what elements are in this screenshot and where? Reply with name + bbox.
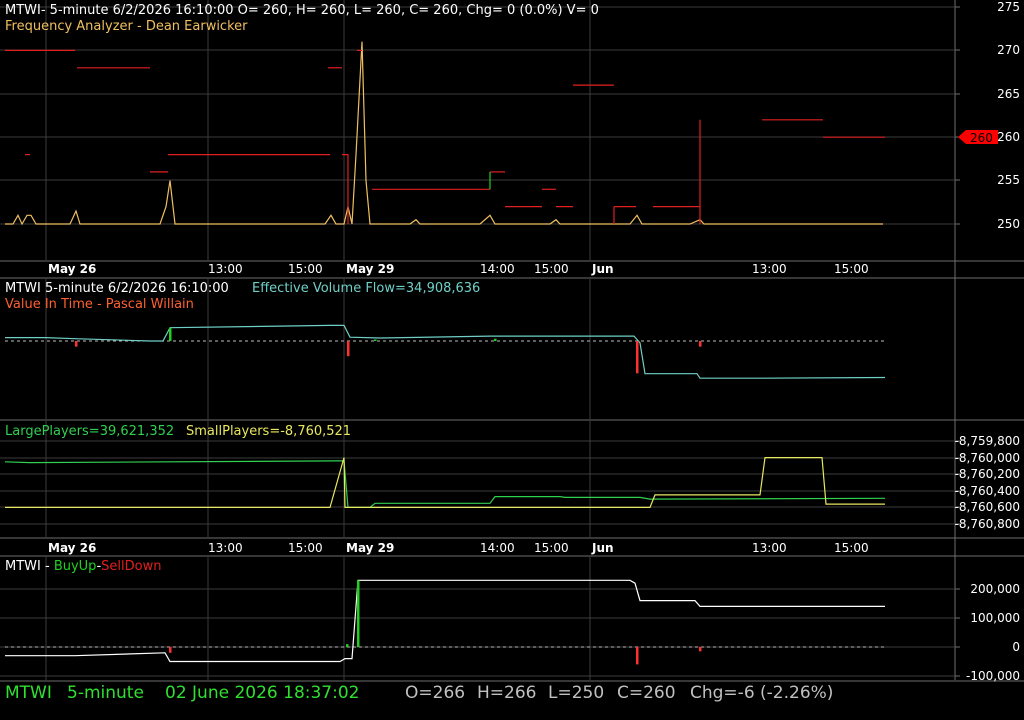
- players-y-tick-label: -8,760,000: [955, 451, 1020, 465]
- chart-canvas: 275 270 265 260 255 250 -8,759,800 -8,760,000 -8…: [0, 0, 1024, 720]
- buysell-bar-buy-green: [346, 644, 349, 647]
- time-axis-label: 14:00: [480, 262, 515, 276]
- status-symbol: MTWI: [5, 683, 52, 703]
- time-axis-label: 15:00: [288, 541, 323, 555]
- time-axis-label: May 29: [346, 541, 394, 555]
- buysell-y-tick-label: 0: [1012, 640, 1020, 654]
- buysell-pane-header: MTWI - BuyUp-SellDown: [5, 559, 161, 574]
- flow-bar-histogram-negative: [699, 341, 702, 347]
- players-y-tick-label: -8,760,800: [955, 517, 1020, 531]
- status-change: Chg=-6 (-2.26%): [690, 683, 834, 703]
- flow-bar-histogram-negative: [636, 341, 639, 374]
- time-axis-label: 13:00: [208, 541, 243, 555]
- flow-pane-subheader: Value In Time - Pascal Willain: [5, 297, 194, 312]
- buysell-bar-buy-green: [357, 580, 360, 647]
- time-axis-label: 14:00: [480, 541, 515, 555]
- players-y-tick-label: -8,760,400: [955, 484, 1020, 498]
- time-axis-label: 15:00: [834, 541, 869, 555]
- time-axis-label: 15:00: [534, 262, 569, 276]
- price-y-tick-label: 270: [997, 43, 1020, 57]
- flow-pane-header-symbol: MTWI 5-minute 6/2/2026 16:10:00: [5, 281, 229, 296]
- players-y-tick-label: -8,760,600: [955, 500, 1020, 514]
- flow-bar-histogram-negative: [347, 341, 350, 357]
- time-axis-label: 15:00: [534, 541, 569, 555]
- flow-bar-histogram-positive: [169, 327, 172, 341]
- buysell-prefix: MTWI -: [5, 559, 54, 574]
- status-bar: MTWI 5-minute 02 June 2026 18:37:02 O=26…: [0, 683, 1024, 709]
- status-low: L=250: [548, 683, 605, 703]
- buysell-bar-sell-red: [169, 647, 172, 653]
- large-players-label: LargePlayers=39,621,352: [5, 424, 174, 439]
- flow-bar-histogram-positive: [494, 338, 497, 341]
- price-pane-subheader: Frequency Analyzer - Dean Earwicker: [5, 19, 248, 34]
- status-datetime: 02 June 2026 18:37:02: [165, 683, 360, 703]
- players-y-tick-label: -8,759,800: [955, 434, 1020, 448]
- buysell-sell-label: SellDown: [101, 559, 161, 574]
- flow-bar-histogram-negative: [75, 341, 78, 347]
- buysell-bar-sell-red: [699, 647, 702, 652]
- price-y-tick-label: 260: [997, 130, 1020, 144]
- price-y-tick-label: 265: [997, 87, 1020, 101]
- current-price-label: 260: [970, 131, 993, 145]
- flow-bar-histogram-positive: [374, 339, 377, 341]
- time-axis-label: 15:00: [834, 262, 869, 276]
- status-open: O=266: [405, 683, 466, 703]
- buysell-buy-label: BuyUp: [54, 559, 97, 574]
- buysell-y-tick-label: 200,000: [970, 582, 1020, 596]
- flow-pane-header-indicator: Effective Volume Flow=34,908,636: [252, 281, 480, 296]
- time-axis-label: May 29: [346, 262, 394, 276]
- time-axis-label: Jun: [591, 262, 614, 276]
- buysell-bar-sell-red: [636, 647, 639, 665]
- status-close: C=260: [617, 683, 676, 703]
- time-axis-label: 13:00: [752, 262, 787, 276]
- price-y-tick-label: 250: [997, 217, 1020, 231]
- price-y-tick-label: 275: [997, 0, 1020, 14]
- time-axis-label: May 26: [48, 262, 96, 276]
- buysell-y-tick-label: 100,000: [970, 611, 1020, 625]
- time-axis-label: 15:00: [288, 262, 323, 276]
- time-axis-label: 13:00: [208, 262, 243, 276]
- time-axis-label: Jun: [591, 541, 614, 555]
- small-players-label: SmallPlayers=-8,760,521: [186, 424, 351, 439]
- price-pane-header: MTWI- 5-minute 6/2/2026 16:10:00 O= 260,…: [5, 3, 599, 18]
- status-interval: 5-minute: [67, 683, 144, 703]
- time-axis-label: 13:00: [752, 541, 787, 555]
- players-y-tick-label: -8,760,200: [955, 467, 1020, 481]
- buysell-y-tick-label: -100,000: [966, 669, 1020, 683]
- price-y-tick-label: 255: [997, 173, 1020, 187]
- status-high: H=266: [477, 683, 537, 703]
- time-axis-label: May 26: [48, 541, 96, 555]
